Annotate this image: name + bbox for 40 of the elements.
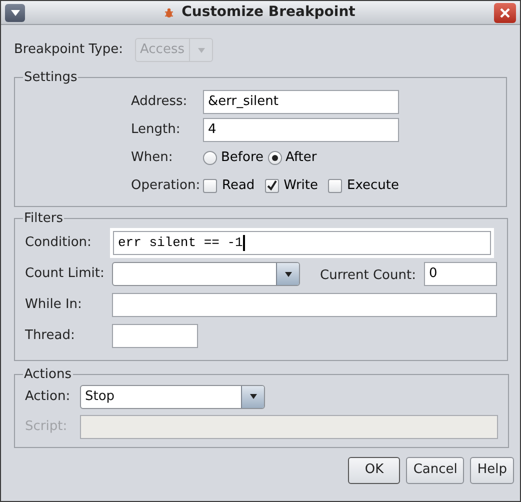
radio-button[interactable]: Before — [203, 148, 264, 168]
dialog-button[interactable]: OK — [348, 456, 400, 484]
checkbox[interactable]: Execute — [328, 176, 399, 196]
field-label: Current Count: — [320, 268, 416, 283]
field-label: Length: — [131, 120, 182, 139]
group-title: Filters — [23, 210, 64, 228]
caret-icon — [276, 263, 299, 285]
field-label: Operation: — [131, 176, 202, 195]
field-label: Condition: — [25, 234, 92, 252]
thread-field[interactable] — [112, 324, 198, 348]
field-label: While In: — [25, 296, 83, 314]
field-label: Action: — [25, 388, 72, 406]
current-count-field[interactable]: 0 — [424, 262, 497, 286]
dialog-button[interactable]: Help — [470, 456, 514, 484]
condition-field[interactable]: err silent == -1 — [113, 231, 491, 255]
group-title: Actions — [23, 366, 72, 384]
caret-icon — [241, 386, 264, 408]
bug-icon — [164, 8, 174, 18]
count-limit-dropdown[interactable] — [112, 262, 300, 286]
group-title: Settings — [23, 69, 78, 87]
caret-icon — [10, 10, 20, 16]
while-in-field[interactable] — [112, 293, 497, 317]
close-icon — [500, 8, 510, 18]
field-label: Thread: — [25, 327, 76, 346]
radio-button[interactable]: After — [268, 148, 317, 168]
field-label: Breakpoint Type: — [14, 41, 123, 60]
dialog-button[interactable]: Cancel — [406, 456, 464, 484]
length-field[interactable]: 4 — [203, 118, 399, 142]
field-label: Count Limit: — [25, 265, 106, 284]
field-label: Script: — [25, 418, 68, 436]
menu-button[interactable] — [5, 4, 25, 22]
action-dropdown[interactable]: Stop — [80, 384, 265, 408]
checkbox[interactable]: Read — [203, 176, 255, 196]
checkbox[interactable]: Write — [264, 176, 318, 196]
close-button[interactable] — [494, 2, 516, 22]
window-title: Customize Breakpoint — [182, 3, 356, 22]
check-icon — [266, 180, 278, 191]
field-label: When: — [131, 148, 174, 167]
address-field[interactable]: &err_silent — [203, 90, 399, 114]
field-label: Address: — [131, 92, 188, 111]
